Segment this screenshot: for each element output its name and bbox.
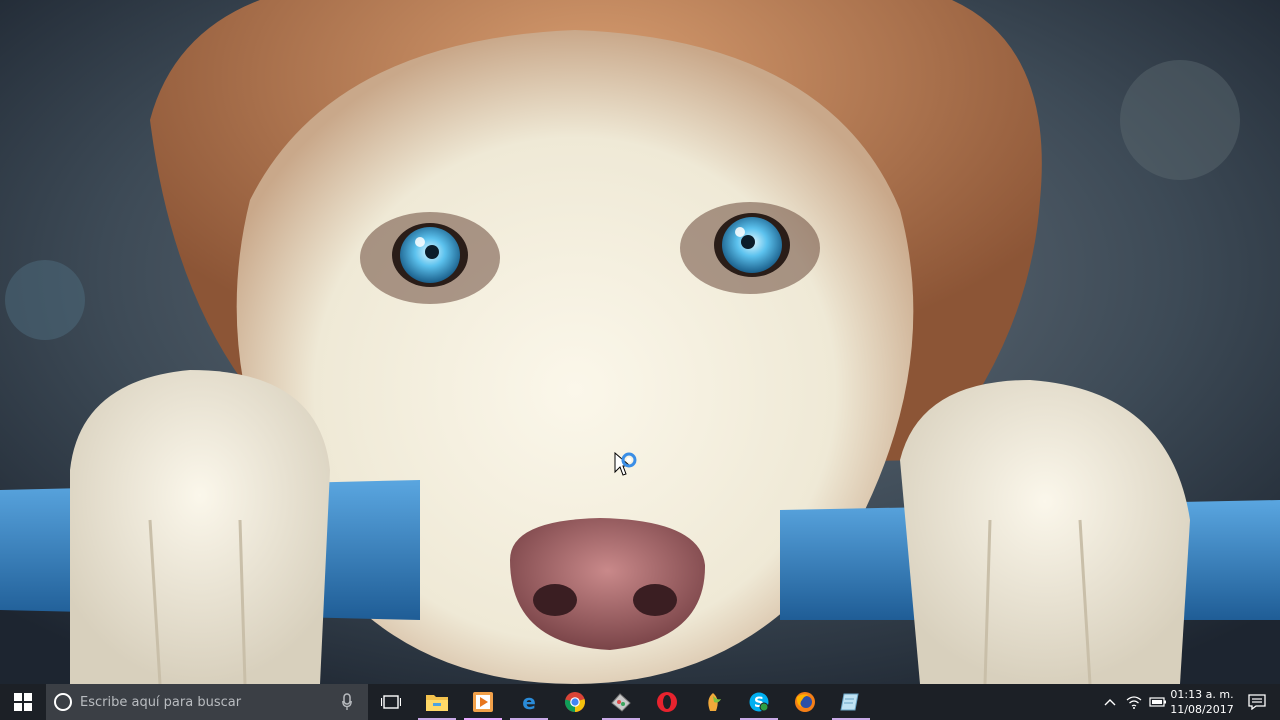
paint-tool-icon: [611, 693, 631, 712]
taskbar-app-media-player[interactable]: [460, 684, 506, 720]
windows-logo-icon: [14, 693, 32, 711]
taskbar-app-paint-tool[interactable]: [598, 684, 644, 720]
edge-icon: e: [522, 691, 536, 713]
action-center-button[interactable]: [1234, 684, 1280, 720]
clock[interactable]: 01:13 a. m. 11/08/2017: [1170, 687, 1234, 717]
wifi-icon: [1126, 696, 1142, 709]
husky-wallpaper-image: [0, 0, 1280, 684]
mouse-cursor-busy-icon: [614, 451, 644, 482]
taskbar-app-chrome[interactable]: [552, 684, 598, 720]
fl-studio-icon: [708, 693, 721, 711]
clock-time: 01:13 a. m.: [1170, 688, 1234, 701]
search-box[interactable]: Escribe aquí para buscar: [46, 684, 368, 720]
network-button[interactable]: [1122, 684, 1146, 720]
media-player-icon: [473, 692, 493, 712]
task-view-button[interactable]: [368, 684, 414, 720]
cortana-icon: [54, 693, 72, 711]
notes-app-icon: [840, 693, 859, 711]
search-placeholder: Escribe aquí para buscar: [80, 694, 242, 710]
chrome-icon: [564, 692, 585, 712]
taskbar-app-skype[interactable]: S: [736, 684, 782, 720]
taskbar: Escribe aquí para buscar e S 01:13 a. m.…: [0, 684, 1280, 720]
taskbar-app-edge[interactable]: e: [506, 684, 552, 720]
microphone-icon[interactable]: [336, 693, 358, 711]
taskbar-app-firefox[interactable]: [782, 684, 828, 720]
clock-date: 11/08/2017: [1170, 703, 1234, 716]
skype-icon: S: [749, 692, 769, 712]
chevron-up-icon: [1104, 699, 1116, 706]
firefox-icon: [795, 692, 815, 712]
task-view-icon: [381, 695, 401, 709]
taskbar-app-notes[interactable]: [828, 684, 874, 720]
notifications-icon: [1248, 694, 1266, 710]
file-explorer-icon: [426, 695, 448, 711]
desktop-wallpaper: [0, 0, 1280, 684]
taskbar-app-file-explorer[interactable]: [414, 684, 460, 720]
opera-icon: [657, 692, 677, 712]
svg-text:e: e: [522, 691, 536, 713]
start-button[interactable]: [0, 684, 46, 720]
taskbar-app-opera[interactable]: [644, 684, 690, 720]
show-hidden-icons-button[interactable]: [1098, 684, 1122, 720]
taskbar-app-fl-studio[interactable]: [690, 684, 736, 720]
battery-button[interactable]: [1146, 684, 1170, 720]
system-tray: 01:13 a. m. 11/08/2017: [1098, 684, 1280, 720]
battery-icon: [1149, 697, 1166, 707]
